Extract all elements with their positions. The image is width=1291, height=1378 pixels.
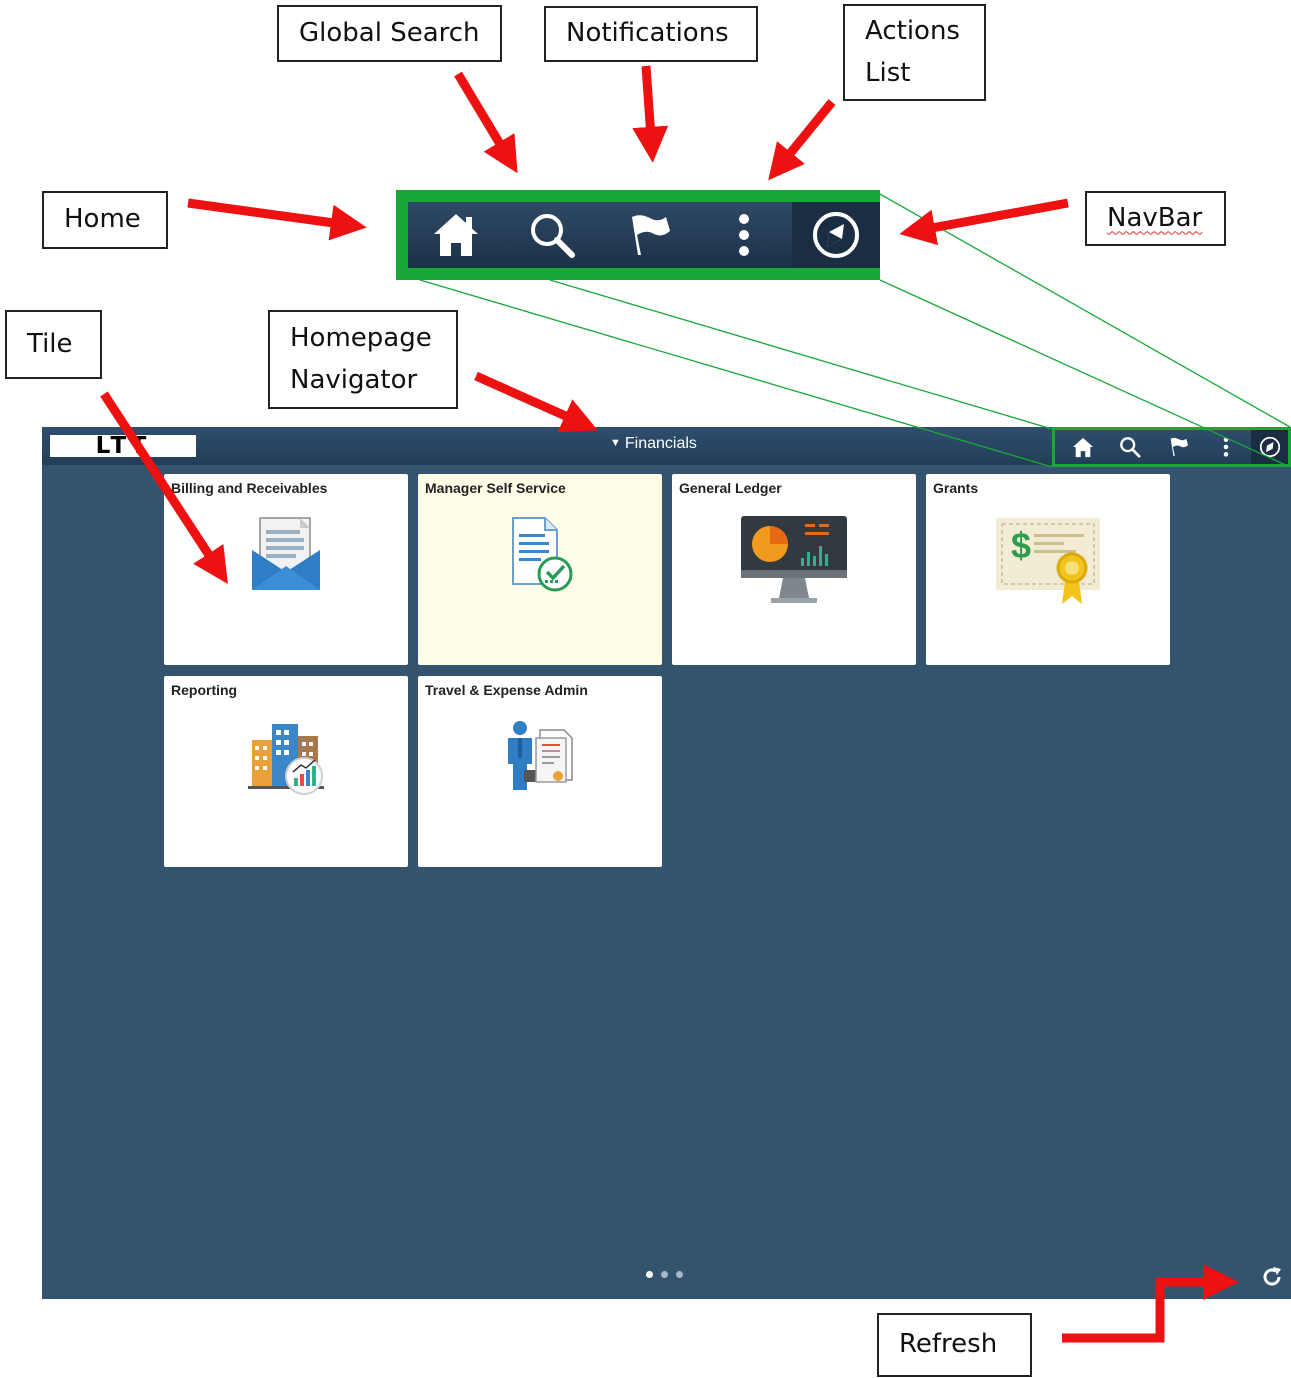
page-dot[interactable] [646, 1271, 653, 1278]
tile-title: Billing and Receivables [171, 480, 328, 496]
document-check-icon [512, 517, 573, 592]
tile-label: Tile [5, 310, 102, 379]
homepage-navigator-label: Financials [624, 435, 697, 452]
more-vertical-icon [739, 214, 749, 256]
tile-grants[interactable]: Grants $ [926, 474, 1170, 665]
tile-title: Manager Self Service [425, 480, 566, 496]
homepage-navigator[interactable]: ▼ Financials [610, 435, 697, 453]
page-dot[interactable] [661, 1271, 668, 1278]
notifications-label: Notifications [544, 6, 758, 62]
navbar-button-zoomed[interactable] [792, 202, 880, 268]
compass-icon [1259, 436, 1280, 458]
refresh-icon [1263, 1267, 1281, 1286]
tile-reporting[interactable]: Reporting [164, 676, 408, 867]
home-icon [434, 214, 478, 256]
compass-icon [813, 212, 859, 258]
notifications-button[interactable] [1155, 430, 1201, 464]
buildings-chart-icon [248, 724, 324, 795]
global-search-label: Global Search [277, 5, 502, 62]
global-search-button[interactable] [1107, 430, 1153, 464]
home-icon [1072, 437, 1094, 457]
tile-travel-and-expense-admin[interactable]: Travel & Expense Admin [418, 676, 662, 867]
home-button[interactable] [1061, 430, 1105, 464]
tile-billing-and-receivables[interactable]: Billing and Receivables [164, 474, 408, 665]
refresh-button[interactable] [1260, 1265, 1284, 1294]
navbar-highlight [1052, 427, 1291, 467]
flag-icon [632, 215, 670, 255]
tile-manager-self-service[interactable]: Manager Self Service [418, 474, 662, 665]
flag-icon [1170, 437, 1189, 457]
caret-down-icon: ▼ [610, 437, 621, 449]
tile-title: Reporting [171, 682, 238, 698]
search-icon [1120, 437, 1141, 458]
tile-title: Travel & Expense Admin [425, 682, 588, 698]
banner: LTT ▼ Financials [42, 427, 1291, 467]
homepage-navigator-label: Homepage Navigator [268, 310, 458, 409]
actions-list-button-zoomed[interactable] [696, 202, 792, 268]
svg-text:$: $ [1011, 525, 1031, 566]
search-icon [531, 214, 575, 258]
invoice-envelope-icon [252, 517, 320, 590]
home-button-zoomed[interactable] [408, 202, 504, 268]
company-logo: LTT [50, 435, 196, 457]
navbar-button[interactable] [1251, 430, 1288, 464]
fluid-homepage: LTT ▼ Financials Billing and Receivables… [42, 427, 1291, 1299]
tile-general-ledger[interactable]: General Ledger [672, 474, 916, 665]
page-indicator[interactable] [646, 1271, 683, 1278]
home-label: Home [42, 191, 168, 249]
global-search-button-zoomed[interactable] [504, 202, 600, 268]
monitor-chart-icon [741, 516, 847, 603]
navbar-label: NavBar [1085, 191, 1226, 246]
tile-title: General Ledger [679, 480, 782, 496]
page-dot[interactable] [676, 1271, 683, 1278]
person-document-icon [508, 721, 573, 790]
refresh-label: Refresh [877, 1313, 1032, 1377]
actions-list-button[interactable] [1203, 430, 1249, 464]
actions-list-label: Actions List [843, 4, 986, 101]
certificate-icon: $ [996, 518, 1100, 604]
tile-title: Grants [933, 480, 979, 496]
navbar-zoomed [396, 190, 880, 280]
more-vertical-icon [1223, 437, 1229, 457]
notifications-button-zoomed[interactable] [600, 202, 696, 268]
